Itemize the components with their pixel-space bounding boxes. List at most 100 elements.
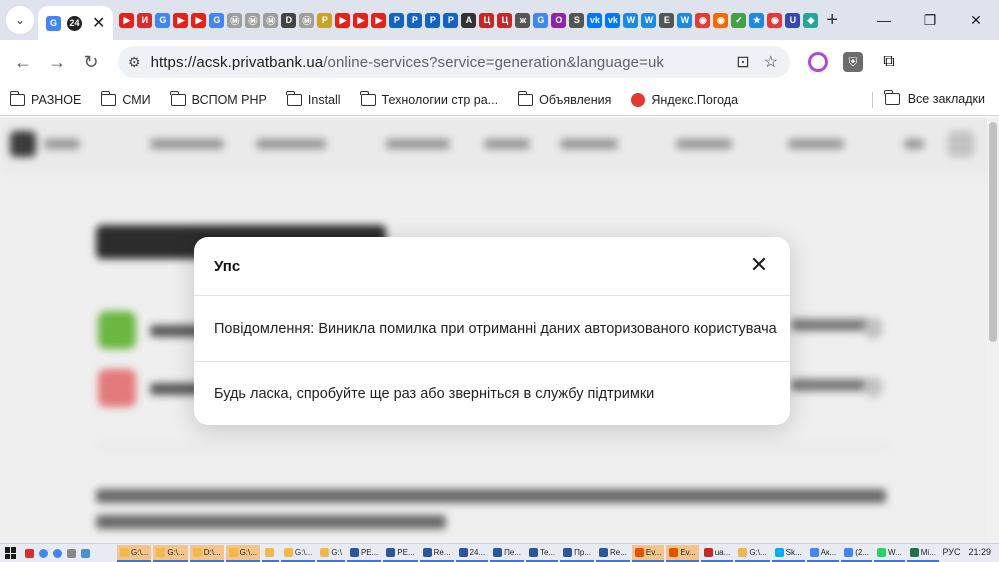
pinned-tab-favicon-icon[interactable]: G: [155, 12, 171, 28]
taskbar-item[interactable]: G:\: [317, 545, 345, 562]
close-window-icon[interactable]: ✕: [953, 12, 999, 29]
pinned-tab-favicon-icon[interactable]: ▶: [191, 12, 207, 28]
taskbar-item[interactable]: D:\...: [189, 544, 224, 562]
pinned-tab-favicon-icon[interactable]: ◉: [767, 12, 783, 28]
minimize-icon[interactable]: —: [861, 12, 907, 28]
pinned-tab-favicon-icon[interactable]: Р: [389, 12, 405, 28]
taskbar-item[interactable]: G:\...: [153, 544, 188, 562]
tab-close-icon[interactable]: ✕: [92, 13, 105, 33]
bookmark-weather[interactable]: Яндекс.Погода: [631, 92, 738, 107]
taskbar-item[interactable]: W...: [873, 545, 905, 562]
pinned-tab-favicon-icon[interactable]: ▶: [173, 12, 189, 28]
app-icon[interactable]: [67, 548, 76, 558]
pinned-tab-favicon-icon[interactable]: ✓: [731, 12, 747, 28]
pinned-tab-favicon-icon[interactable]: vk: [605, 12, 621, 28]
pinned-tab-favicon-icon[interactable]: Р: [443, 12, 459, 28]
taskbar-item[interactable]: ua...: [700, 545, 734, 562]
taskbar-item[interactable]: PE...: [346, 545, 382, 562]
taskbar-item[interactable]: G:\...: [117, 544, 152, 562]
app-icon[interactable]: [25, 548, 34, 558]
pinned-tab-favicon-icon[interactable]: G: [209, 12, 225, 28]
reload-icon[interactable]: ↻: [74, 52, 108, 73]
pinned-tab-favicon-icon[interactable]: U: [785, 12, 801, 28]
pinned-tab-favicon-icon[interactable]: Ⓜ: [245, 12, 261, 28]
taskbar-item[interactable]: Re...: [419, 545, 454, 562]
pinned-tab-favicon-icon[interactable]: A: [461, 12, 477, 28]
pinned-tab-favicon-icon[interactable]: ▶: [371, 12, 387, 28]
taskbar-item[interactable]: Ev...: [631, 544, 665, 562]
site-settings-icon[interactable]: ⚙: [128, 54, 141, 71]
taskbar-item[interactable]: Ак...: [806, 545, 840, 562]
pinned-tab-favicon-icon[interactable]: Р: [425, 12, 441, 28]
pinned-tab-favicon-icon[interactable]: ◉: [713, 12, 729, 28]
pinned-tab-favicon-icon[interactable]: ★: [749, 12, 765, 28]
install-app-icon[interactable]: ⊡: [736, 52, 749, 72]
close-icon[interactable]: ✕: [748, 254, 770, 277]
pinned-tab-favicon-icon[interactable]: vk: [587, 12, 603, 28]
taskbar-item[interactable]: G:\...: [280, 545, 316, 562]
tab-badge: 24: [67, 15, 82, 31]
bookmark-folder-smi[interactable]: СМИ: [100, 90, 151, 107]
taskbar-item[interactable]: Re...: [595, 545, 630, 562]
forward-icon[interactable]: →: [40, 52, 74, 73]
pinned-tab-favicon-icon[interactable]: Ⓜ: [227, 12, 243, 28]
back-icon[interactable]: ←: [6, 52, 40, 73]
taskbar-item[interactable]: (2...: [841, 545, 872, 562]
bookmark-folder-install[interactable]: Install: [286, 90, 341, 107]
taskbar-item[interactable]: PE...: [383, 545, 418, 562]
scrollbar-thumb[interactable]: [989, 122, 997, 342]
app-icon[interactable]: [81, 548, 90, 558]
pinned-tab-favicon-icon[interactable]: P: [317, 12, 333, 28]
restore-icon[interactable]: ❐: [907, 12, 953, 29]
taskbar-item[interactable]: Te...: [525, 545, 559, 562]
taskbar-item[interactable]: G:\...: [735, 545, 770, 562]
bookmark-folder-ads[interactable]: Объявления: [517, 90, 611, 107]
pinned-tab-favicon-icon[interactable]: E: [659, 12, 675, 28]
pinned-tab-favicon-icon[interactable]: ж: [515, 12, 531, 28]
pinned-tab-favicon-icon[interactable]: Ц: [479, 12, 495, 28]
pinned-tab-favicon-icon[interactable]: Р: [407, 12, 423, 28]
pinned-tab-favicon-icon[interactable]: ▶: [335, 12, 351, 28]
pinned-tab-favicon-icon[interactable]: И: [137, 12, 153, 28]
pinned-tab-favicon-icon[interactable]: ◉: [695, 12, 711, 28]
pinned-tab-favicon-icon[interactable]: W: [641, 12, 657, 28]
bookmark-folder-tech[interactable]: Технологии стр ра...: [360, 90, 498, 107]
taskbar-item[interactable]: Sk...: [771, 545, 805, 562]
url-text[interactable]: https://acsk.privatbank.ua/online-servic…: [151, 54, 664, 71]
pinned-tab-favicon-icon[interactable]: D: [281, 12, 297, 28]
pinned-tab-favicon-icon[interactable]: ▶: [353, 12, 369, 28]
pinned-tab-favicon-icon[interactable]: ◆: [803, 12, 819, 28]
all-bookmarks-button[interactable]: Все закладки: [884, 90, 985, 106]
tray-language[interactable]: РУС: [942, 547, 960, 557]
extension-shield-icon[interactable]: ⛨: [843, 52, 863, 72]
pinned-tab-favicon-icon[interactable]: Ⓜ: [299, 12, 315, 28]
tab-search-button[interactable]: ⌄: [6, 6, 34, 34]
start-icon[interactable]: [5, 547, 17, 559]
pinned-tab-favicon-icon[interactable]: W: [623, 12, 639, 28]
bookmark-folder-vspom[interactable]: ВСПОМ РНР: [170, 90, 267, 107]
taskbar-item[interactable]: 24...: [455, 545, 489, 562]
pinned-tab-favicon-icon[interactable]: O: [551, 12, 567, 28]
taskbar-item[interactable]: Mi...: [906, 545, 939, 562]
pinned-tab-favicon-icon[interactable]: W: [677, 12, 693, 28]
pinned-tab-favicon-icon[interactable]: Ⓜ: [263, 12, 279, 28]
taskbar-item[interactable]: Пр...: [560, 545, 594, 562]
extensions-puzzle-icon[interactable]: ⧉: [879, 52, 899, 72]
taskbar-item[interactable]: G:\...: [225, 544, 260, 562]
pinned-tab-favicon-icon[interactable]: ▶: [119, 12, 135, 28]
pinned-tab-favicon-icon[interactable]: S: [569, 12, 585, 28]
tray-clock[interactable]: 21:29: [968, 547, 991, 557]
chrome-icon[interactable]: [39, 548, 48, 558]
bookmark-folder-raznoe[interactable]: РАЗНОЕ: [9, 90, 81, 107]
pinned-tab-favicon-icon[interactable]: G: [533, 12, 549, 28]
taskbar-item[interactable]: Пе...: [490, 545, 524, 562]
address-bar[interactable]: ⚙ https://acsk.privatbank.ua/online-serv…: [118, 46, 790, 78]
taskbar-item[interactable]: Ev...: [666, 544, 699, 562]
pinned-tab-favicon-icon[interactable]: Ц: [497, 12, 513, 28]
new-tab-button[interactable]: +: [826, 9, 838, 32]
taskbar-item[interactable]: [261, 545, 279, 562]
extension-color-icon[interactable]: [808, 52, 828, 72]
active-tab[interactable]: G 24 ✕: [38, 6, 114, 40]
chrome-icon[interactable]: [53, 548, 62, 558]
bookmark-star-icon[interactable]: ☆: [764, 52, 778, 72]
